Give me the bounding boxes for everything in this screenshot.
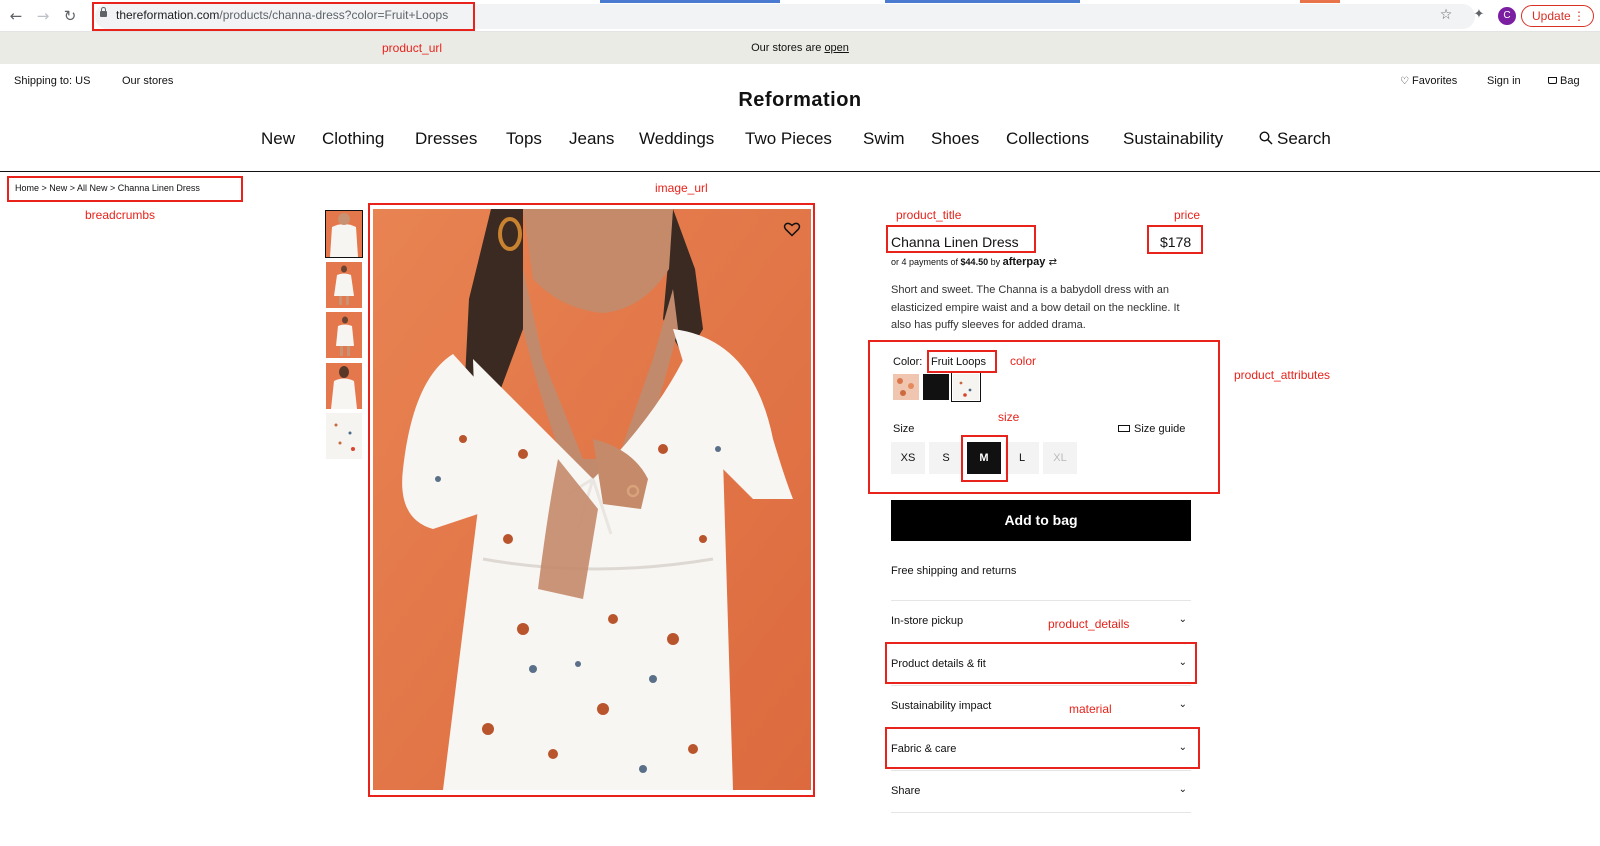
annotation-label-product-url: product_url <box>382 41 443 55</box>
announcement-text: Our stores are <box>751 42 825 54</box>
nav-tops[interactable]: Tops <box>506 129 542 149</box>
product-description: Short and sweet. The Channa is a babydol… <box>891 284 1180 331</box>
nav-search[interactable]: Search <box>1259 129 1331 149</box>
nav-clothing[interactable]: Clothing <box>322 129 384 149</box>
annotation-box-product-title <box>886 225 1036 253</box>
afterpay-logo: afterpay <box>1002 256 1046 268</box>
annotation-box-product-attributes <box>868 340 1220 494</box>
chevron-down-icon: ⌄ <box>1178 699 1187 710</box>
update-button[interactable]: Update <box>1521 5 1594 27</box>
forward-icon[interactable]: → <box>33 6 53 26</box>
nav-swim[interactable]: Swim <box>863 129 905 149</box>
nav-new[interactable]: New <box>261 129 295 149</box>
annotation-box-price <box>1147 225 1203 254</box>
annotation-box-image-url <box>368 203 815 797</box>
annotation-box-material <box>885 727 1200 769</box>
shipping-selector[interactable]: Shipping to: US <box>14 75 90 87</box>
avatar[interactable]: C <box>1498 7 1516 25</box>
thumbnail-5[interactable] <box>326 413 362 459</box>
brand-logo[interactable]: Reformation <box>0 89 1600 112</box>
accordion-sustainability[interactable]: Sustainability impact ⌄ <box>891 699 1191 712</box>
nav-two-pieces[interactable]: Two Pieces <box>745 129 832 149</box>
annotation-box-size <box>961 435 1008 482</box>
thumbnail-3[interactable] <box>326 312 362 358</box>
accordion-in-store-pickup[interactable]: In-store pickup ⌄ <box>891 614 1191 627</box>
bag-link[interactable]: Bag <box>1548 75 1580 87</box>
afterpay-text[interactable]: or 4 payments of $44.50 by afterpay ⇄ <box>891 256 1057 268</box>
search-icon <box>1259 131 1273 145</box>
sign-in-link[interactable]: Sign in <box>1487 75 1521 87</box>
nav-weddings[interactable]: Weddings <box>639 129 714 149</box>
heart-icon: ♡ <box>1400 76 1409 87</box>
annotation-label-price: price <box>1174 208 1201 222</box>
add-to-bag-button[interactable]: Add to bag <box>891 500 1191 541</box>
annotation-box-breadcrumbs <box>7 176 243 202</box>
thumbnail-4[interactable] <box>326 363 362 409</box>
annotation-label-product-attributes: product_attributes <box>1234 368 1331 382</box>
star-icon[interactable]: ☆ <box>1436 5 1456 25</box>
chevron-down-icon: ⌄ <box>1178 614 1187 625</box>
annotation-box-product-details <box>885 642 1197 684</box>
annotation-label-product-title: product_title <box>896 208 962 222</box>
annotation-label-breadcrumbs: breadcrumbs <box>85 208 156 222</box>
nav-jeans[interactable]: Jeans <box>569 129 614 149</box>
nav-sustainability[interactable]: Sustainability <box>1123 129 1223 149</box>
shipping-note: Free shipping and returns <box>891 565 1017 577</box>
annotation-label-color: color <box>1010 354 1037 368</box>
bag-icon <box>1548 77 1557 84</box>
annotation-label-size: size <box>998 410 1020 424</box>
annotation-label-image-url: image_url <box>655 181 708 195</box>
reload-icon[interactable]: ↻ <box>60 6 80 26</box>
stores-open-link[interactable]: open <box>824 42 848 54</box>
back-icon[interactable]: ← <box>6 6 26 26</box>
annotation-label-product-details: product_details <box>1048 617 1130 631</box>
nav-dresses[interactable]: Dresses <box>415 129 477 149</box>
annotation-box-product-url <box>92 2 475 31</box>
afterpay-icon: ⇄ <box>1045 257 1057 268</box>
chevron-down-icon: ⌄ <box>1178 784 1187 795</box>
favorites-link[interactable]: ♡ Favorites <box>1400 75 1457 87</box>
thumbnail-2[interactable] <box>326 262 362 308</box>
thumbnail-1[interactable] <box>325 210 363 258</box>
nav-collections[interactable]: Collections <box>1006 129 1089 149</box>
divider <box>891 770 1191 771</box>
extensions-icon[interactable]: ✦ <box>1469 5 1489 25</box>
announcement-bar: Our stores are open <box>0 32 1600 64</box>
divider <box>891 812 1191 813</box>
annotation-box-color <box>927 350 997 373</box>
our-stores-link[interactable]: Our stores <box>122 75 173 87</box>
annotation-label-material: material <box>1069 702 1112 716</box>
nav-shoes[interactable]: Shoes <box>931 129 979 149</box>
divider <box>891 685 1191 686</box>
accordion-share[interactable]: Share ⌄ <box>891 784 1191 797</box>
header-divider <box>0 171 1600 172</box>
divider <box>891 600 1191 601</box>
